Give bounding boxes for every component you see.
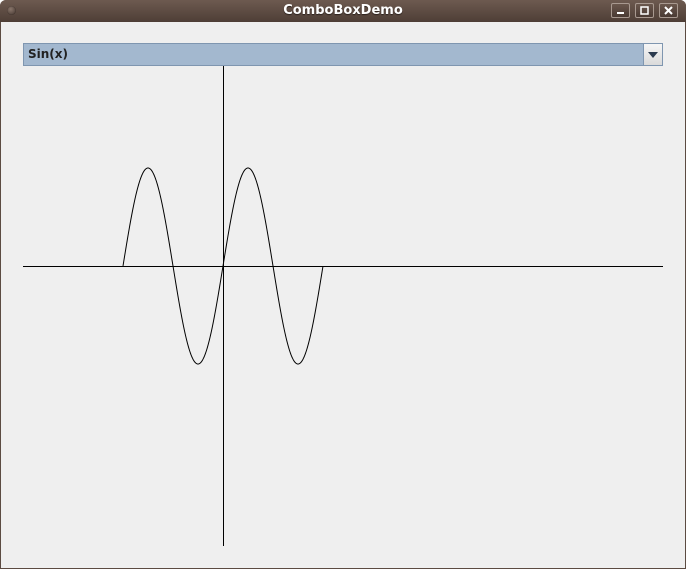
- app-window: ComboBoxDemo Sin(x): [0, 0, 686, 569]
- minimize-button[interactable]: [611, 3, 630, 18]
- close-icon: [664, 6, 673, 15]
- function-combo-box[interactable]: Sin(x): [23, 43, 663, 66]
- content-panel: Sin(x): [1, 22, 685, 568]
- function-plot: [23, 66, 663, 546]
- maximize-icon: [640, 6, 649, 15]
- maximize-button[interactable]: [635, 3, 654, 18]
- combo-selected-value: Sin(x): [28, 47, 69, 61]
- combo-arrow-button[interactable]: [643, 44, 662, 65]
- title-bar[interactable]: ComboBoxDemo: [0, 0, 686, 22]
- window-title: ComboBoxDemo: [283, 3, 403, 18]
- minimize-icon: [617, 12, 624, 14]
- chevron-down-icon: [648, 51, 658, 58]
- close-button[interactable]: [659, 3, 678, 18]
